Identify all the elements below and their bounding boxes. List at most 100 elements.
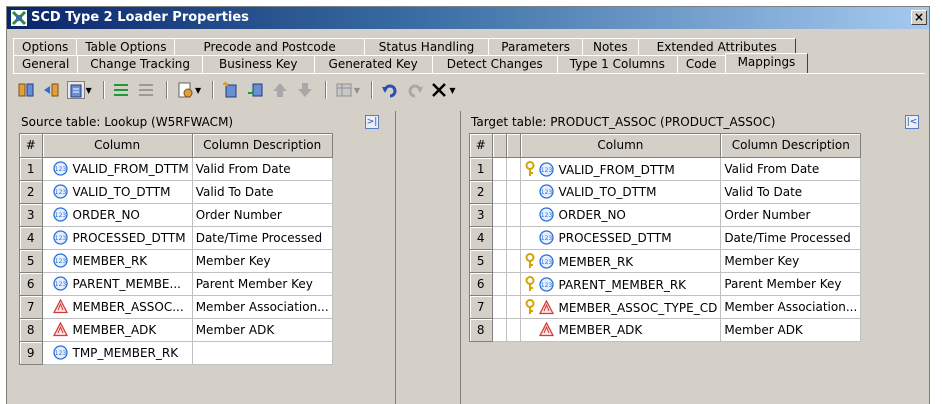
move-down-icon[interactable] [296,81,314,99]
table-row[interactable]: 7 MEMBER_ASSOC_TYPE_CD Member Association.… [470,295,862,319]
table-row[interactable]: 2 123 VALID_TO_DTTM Valid To Date [470,180,862,204]
row-number[interactable]: 9 [20,341,43,365]
row-number[interactable]: 5 [470,249,493,273]
row-number[interactable]: 7 [20,295,43,319]
table-row[interactable]: 1 123 VALID_FROM_DTTM Valid From Date [20,157,333,181]
table-view-icon[interactable] [335,81,353,99]
column-name-cell[interactable]: 123 MEMBER_RK [42,249,193,273]
column-description-cell[interactable]: Order Number [192,203,333,227]
column-description-cell[interactable] [192,341,333,365]
tab-business-key[interactable]: Business Key [202,55,315,73]
table-row[interactable]: 5 123 MEMBER_RK Member Key [20,249,333,273]
quick-properties-icon[interactable] [176,81,194,99]
column-name-cell[interactable]: 123 MEMBER_RK [520,249,722,273]
row-number[interactable]: 8 [20,318,43,342]
move-up-icon[interactable] [271,81,289,99]
table-row[interactable]: 6 123 PARENT_MEMBER_RK Parent Member Key [470,272,862,296]
row-number[interactable]: 4 [470,226,493,250]
table-row[interactable]: 6 123 PARENT_MEMBE... Parent Member Key [20,272,333,296]
tab-status-handling[interactable]: Status Handling [363,38,490,56]
column-name-cell[interactable]: MEMBER_ADK [42,318,193,342]
column-description-cell[interactable]: Member ADK [192,318,333,342]
column-header-description[interactable]: Column Description [192,134,333,158]
column-name-cell[interactable]: 123 PARENT_MEMBE... [42,272,193,296]
column-header-column[interactable]: Column [520,134,722,158]
mapping-lines-area[interactable] [395,111,461,404]
map-all-icon[interactable] [112,81,130,99]
column-description-cell[interactable]: Parent Member Key [192,272,333,296]
collapse-left-icon[interactable]: |< [905,115,919,129]
column-description-cell[interactable]: Member Key [720,249,862,273]
tab-options[interactable]: Options [13,38,78,56]
column-name-cell[interactable]: 123 VALID_TO_DTTM [42,180,193,204]
column-description-cell[interactable]: Order Number [720,203,862,227]
tab-precode-postcode[interactable]: Precode and Postcode [174,38,365,56]
close-button[interactable]: × [911,10,927,25]
tab-parameters[interactable]: Parameters [488,38,583,56]
column-description-cell[interactable]: Date/Time Processed [192,226,333,250]
delete-icon[interactable] [430,81,448,99]
table-row[interactable]: 7 MEMBER_ASSOC... Member Association... [20,295,333,319]
row-number[interactable]: 3 [470,203,493,227]
column-header-description[interactable]: Column Description [720,134,862,158]
row-number[interactable]: 1 [20,157,43,181]
column-description-cell[interactable]: Valid From Date [192,157,333,181]
map-options-dropdown-icon[interactable]: ▼ [86,86,92,95]
column-header-flag-2[interactable] [506,134,521,158]
column-description-cell[interactable]: Member ADK [720,318,862,342]
column-name-cell[interactable]: MEMBER_ASSOC... [42,295,193,319]
delete-dropdown-icon[interactable]: ▼ [449,86,455,95]
column-description-cell[interactable]: Valid To Date [192,180,333,204]
row-number[interactable]: 6 [20,272,43,296]
table-row[interactable]: 8 MEMBER_ADK Member ADK [470,318,862,342]
table-view-dropdown-icon[interactable]: ▼ [354,86,360,95]
row-number[interactable]: 7 [470,295,493,319]
undo-icon[interactable] [381,81,399,99]
tab-detect-changes[interactable]: Detect Changes [431,55,558,73]
table-row[interactable]: 5 123 MEMBER_RK Member Key [470,249,862,273]
column-header-number[interactable]: # [470,134,493,158]
column-name-cell[interactable]: 123 PROCESSED_DTTM [42,226,193,250]
table-row[interactable]: 4 123 PROCESSED_DTTM Date/Time Processed [20,226,333,250]
title-bar[interactable]: SCD Type 2 Loader Properties × [7,7,929,29]
column-name-cell[interactable]: 123 VALID_FROM_DTTM [42,157,193,181]
row-number[interactable]: 3 [20,203,43,227]
table-row[interactable]: 4 123 PROCESSED_DTTM Date/Time Processed [470,226,862,250]
map-left-icon[interactable] [17,81,35,99]
column-name-cell[interactable]: 123 TMP_MEMBER_RK [42,341,193,365]
map-right-icon[interactable] [42,81,60,99]
tab-change-tracking[interactable]: Change Tracking [77,55,204,73]
column-name-cell[interactable]: 123 ORDER_NO [520,203,722,227]
row-number[interactable]: 5 [20,249,43,273]
column-name-cell[interactable]: 123 ORDER_NO [42,203,193,227]
tab-generated-key[interactable]: Generated Key [313,55,433,73]
column-description-cell[interactable]: Valid From Date [720,157,862,181]
column-description-cell[interactable]: Member Association... [192,295,333,319]
tab-mappings[interactable]: Mappings [724,53,809,74]
column-name-cell[interactable]: 123 VALID_TO_DTTM [520,180,722,204]
column-name-cell[interactable]: MEMBER_ADK [520,318,722,342]
table-row[interactable]: 3 123 ORDER_NO Order Number [470,203,862,227]
column-description-cell[interactable]: Member Key [192,249,333,273]
tab-type1-columns[interactable]: Type 1 Columns [556,55,678,73]
column-header-flag-1[interactable] [492,134,507,158]
table-row[interactable]: 3 123 ORDER_NO Order Number [20,203,333,227]
table-row[interactable]: 1 123 VALID_FROM_DTTM Valid From Date [470,157,862,181]
row-number[interactable]: 4 [20,226,43,250]
column-description-cell[interactable]: Member Association... [720,295,862,319]
row-number[interactable]: 2 [470,180,493,204]
row-number[interactable]: 2 [20,180,43,204]
column-header-number[interactable]: # [20,134,43,158]
column-name-cell[interactable]: 123 PROCESSED_DTTM [520,226,722,250]
column-name-cell[interactable]: 123 PARENT_MEMBER_RK [520,272,722,296]
unmap-all-icon[interactable] [137,81,155,99]
column-name-cell[interactable]: MEMBER_ASSOC_TYPE_CD [520,295,722,319]
row-number[interactable]: 1 [470,157,493,181]
quick-properties-dropdown-icon[interactable]: ▼ [195,86,201,95]
column-description-cell[interactable]: Date/Time Processed [720,226,862,250]
redo-icon[interactable] [406,81,424,99]
map-options-icon[interactable] [66,81,85,99]
column-name-cell[interactable]: 123 VALID_FROM_DTTM [520,157,722,181]
table-row[interactable]: 8 MEMBER_ADK Member ADK [20,318,333,342]
tab-notes[interactable]: Notes [581,38,639,56]
